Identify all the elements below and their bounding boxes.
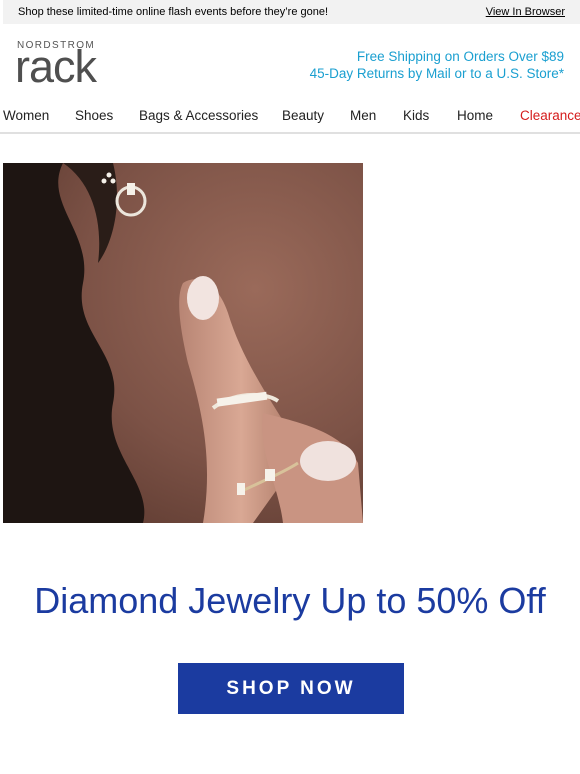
returns-text[interactable]: 45-Day Returns by Mail or to a U.S. Stor… — [310, 65, 564, 82]
hero-headline[interactable]: Diamond Jewelry Up to 50% Off — [0, 580, 580, 622]
shipping-info[interactable]: Free Shipping on Orders Over $89 45-Day … — [310, 48, 564, 82]
nav-item-clearance[interactable]: Clearance — [520, 108, 580, 123]
shop-now-button[interactable]: SHOP NOW — [178, 663, 404, 714]
nav-item-beauty[interactable]: Beauty — [282, 108, 324, 123]
nav-item-home[interactable]: Home — [457, 108, 493, 123]
view-in-browser-link[interactable]: View In Browser — [486, 6, 565, 18]
nav-item-bags-accessories[interactable]: Bags & Accessories — [139, 108, 258, 123]
logo-wordmark-rack: rack — [15, 41, 97, 92]
nordstrom-rack-logo[interactable]: NORDSTROM rack — [15, 40, 125, 92]
promo-text: Shop these limited-time online flash eve… — [18, 6, 329, 18]
nav-item-men[interactable]: Men — [350, 108, 376, 123]
main-nav: Women Shoes Bags & Accessories Beauty Me… — [0, 102, 580, 134]
nav-item-shoes[interactable]: Shoes — [75, 108, 113, 123]
free-shipping-text[interactable]: Free Shipping on Orders Over $89 — [310, 48, 564, 65]
hero-jewelry-image[interactable] — [3, 163, 363, 523]
nav-item-women[interactable]: Women — [3, 108, 49, 123]
nav-item-kids[interactable]: Kids — [403, 108, 429, 123]
hero-illustration — [3, 163, 363, 523]
promo-bar: Shop these limited-time online flash eve… — [3, 0, 580, 24]
